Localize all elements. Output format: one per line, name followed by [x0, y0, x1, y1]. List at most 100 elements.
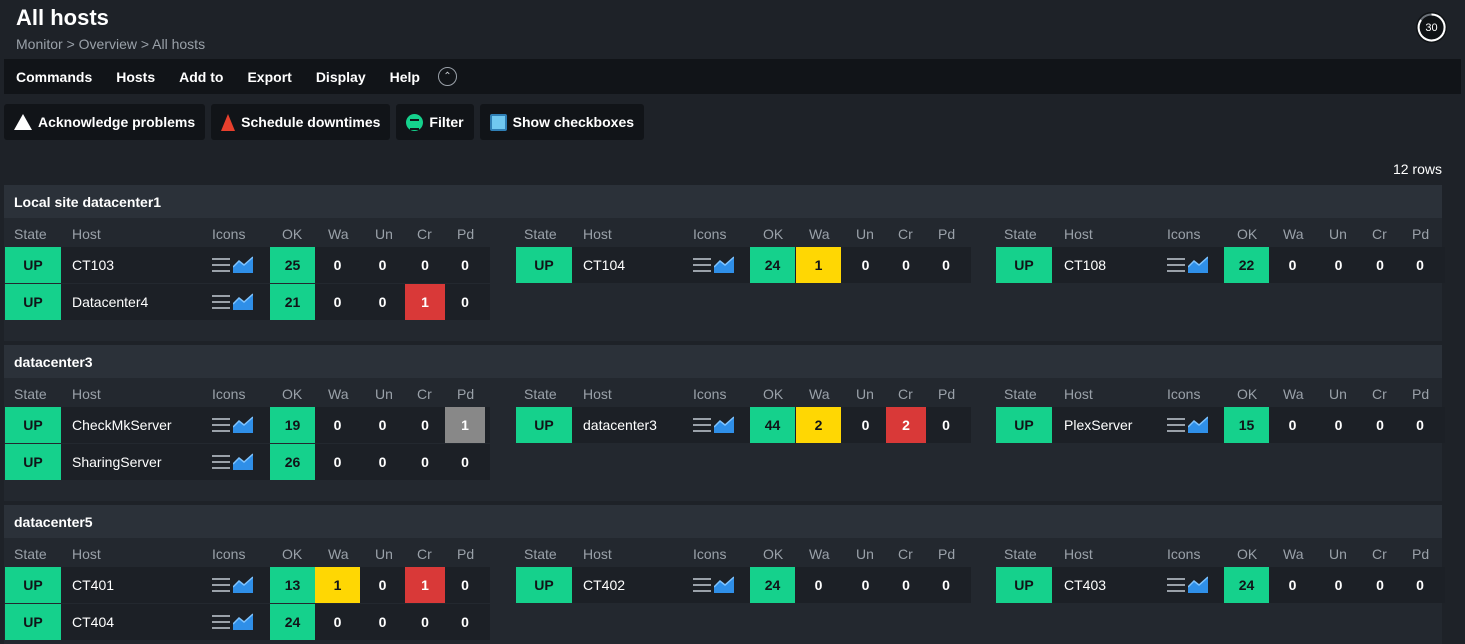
host-name-link[interactable]: CT402 — [583, 567, 625, 603]
column-header[interactable]: Wa — [328, 226, 348, 242]
filter-button[interactable]: Filter — [396, 104, 474, 140]
menu-icon[interactable] — [212, 455, 230, 469]
service-count-cr[interactable]: 0 — [886, 567, 926, 603]
column-header[interactable]: Un — [1329, 226, 1347, 242]
graph-icon[interactable] — [232, 612, 254, 633]
column-header[interactable]: Cr — [898, 546, 913, 562]
service-count-ok[interactable]: 19 — [270, 407, 315, 443]
column-header[interactable]: Un — [856, 226, 874, 242]
service-count-cr[interactable]: 0 — [1360, 567, 1400, 603]
service-count-pd[interactable]: 0 — [445, 604, 485, 640]
column-header[interactable]: State — [14, 386, 47, 402]
service-count-ok[interactable]: 13 — [270, 567, 315, 603]
service-count-ok[interactable]: 24 — [750, 247, 795, 283]
column-header[interactable]: Wa — [1283, 386, 1303, 402]
service-count-cr[interactable]: 0 — [405, 604, 445, 640]
service-count-pd[interactable]: 0 — [1400, 567, 1440, 603]
column-header[interactable]: Cr — [898, 226, 913, 242]
column-header[interactable]: State — [524, 226, 557, 242]
menu-icon[interactable] — [212, 295, 230, 309]
column-header[interactable]: State — [524, 386, 557, 402]
column-header[interactable]: Cr — [898, 386, 913, 402]
column-header[interactable]: Icons — [693, 226, 726, 242]
menu-icon[interactable] — [693, 418, 711, 432]
column-header[interactable]: Icons — [693, 386, 726, 402]
service-count-cr[interactable]: 0 — [405, 444, 445, 480]
service-count-un[interactable]: 0 — [843, 407, 888, 443]
graph-icon[interactable] — [713, 255, 735, 276]
column-header[interactable]: Wa — [809, 386, 829, 402]
host-state-badge[interactable]: UP — [5, 247, 61, 283]
column-header[interactable]: Host — [1064, 226, 1093, 242]
show-checkboxes-button[interactable]: Show checkboxes — [479, 104, 645, 140]
host-state-badge[interactable]: UP — [516, 567, 572, 603]
menu-help[interactable]: Help — [390, 69, 420, 85]
column-header[interactable]: Icons — [1167, 386, 1200, 402]
service-count-wa[interactable]: 0 — [1270, 567, 1315, 603]
column-header[interactable]: Cr — [417, 386, 432, 402]
column-header[interactable]: Pd — [938, 386, 955, 402]
service-count-un[interactable]: 0 — [1316, 567, 1361, 603]
service-count-ok[interactable]: 15 — [1224, 407, 1269, 443]
service-count-cr[interactable]: 0 — [405, 247, 445, 283]
column-header[interactable]: Un — [856, 546, 874, 562]
column-header[interactable]: State — [14, 226, 47, 242]
host-name-link[interactable]: CT404 — [72, 604, 114, 640]
host-state-badge[interactable]: UP — [996, 407, 1052, 443]
column-header[interactable]: Icons — [693, 546, 726, 562]
service-count-cr[interactable]: 0 — [1360, 407, 1400, 443]
menu-icon[interactable] — [693, 258, 711, 272]
host-name-link[interactable]: CT403 — [1064, 567, 1106, 603]
graph-icon[interactable] — [1187, 575, 1209, 596]
service-count-wa[interactable]: 1 — [796, 247, 841, 283]
graph-icon[interactable] — [232, 255, 254, 276]
graph-icon[interactable] — [232, 575, 254, 596]
service-count-cr[interactable]: 0 — [405, 407, 445, 443]
host-name-link[interactable]: CT103 — [72, 247, 114, 283]
service-count-ok[interactable]: 26 — [270, 444, 315, 480]
column-header[interactable]: Wa — [809, 226, 829, 242]
graph-icon[interactable] — [232, 292, 254, 313]
host-state-badge[interactable]: UP — [5, 604, 61, 640]
service-count-pd[interactable]: 0 — [445, 567, 485, 603]
column-header[interactable]: Icons — [212, 226, 245, 242]
column-header[interactable]: Host — [72, 546, 101, 562]
menu-add-to[interactable]: Add to — [179, 69, 223, 85]
host-state-badge[interactable]: UP — [516, 247, 572, 283]
service-count-wa[interactable]: 1 — [315, 567, 360, 603]
host-state-badge[interactable]: UP — [996, 567, 1052, 603]
column-header[interactable]: State — [1004, 546, 1037, 562]
graph-icon[interactable] — [1187, 415, 1209, 436]
schedule-downtimes-button[interactable]: Schedule downtimes — [211, 104, 391, 140]
host-name-link[interactable]: Datacenter4 — [72, 284, 148, 320]
column-header[interactable]: Un — [375, 226, 393, 242]
service-count-ok[interactable]: 21 — [270, 284, 315, 320]
column-header[interactable]: Wa — [328, 546, 348, 562]
menu-commands[interactable]: Commands — [16, 69, 92, 85]
column-header[interactable]: Cr — [1372, 226, 1387, 242]
reload-timer[interactable]: 30 — [1416, 12, 1447, 43]
column-header[interactable]: Icons — [1167, 226, 1200, 242]
column-header[interactable]: OK — [1237, 546, 1257, 562]
column-header[interactable]: Un — [375, 386, 393, 402]
host-name-link[interactable]: CT104 — [583, 247, 625, 283]
service-count-wa[interactable]: 0 — [796, 567, 841, 603]
service-count-un[interactable]: 0 — [360, 247, 405, 283]
service-count-pd[interactable]: 0 — [926, 567, 966, 603]
graph-icon[interactable] — [1187, 255, 1209, 276]
column-header[interactable]: Wa — [1283, 546, 1303, 562]
column-header[interactable]: Host — [72, 226, 101, 242]
column-header[interactable]: Host — [1064, 386, 1093, 402]
column-header[interactable]: Un — [375, 546, 393, 562]
host-state-badge[interactable]: UP — [5, 444, 61, 480]
service-count-un[interactable]: 0 — [843, 567, 888, 603]
column-header[interactable]: Un — [1329, 546, 1347, 562]
menu-icon[interactable] — [1167, 258, 1185, 272]
service-count-wa[interactable]: 0 — [315, 444, 360, 480]
column-header[interactable]: Icons — [212, 546, 245, 562]
column-header[interactable]: Host — [583, 546, 612, 562]
column-header[interactable]: Wa — [328, 386, 348, 402]
column-header[interactable]: Un — [1329, 386, 1347, 402]
service-count-cr[interactable]: 1 — [405, 567, 445, 603]
graph-icon[interactable] — [713, 575, 735, 596]
